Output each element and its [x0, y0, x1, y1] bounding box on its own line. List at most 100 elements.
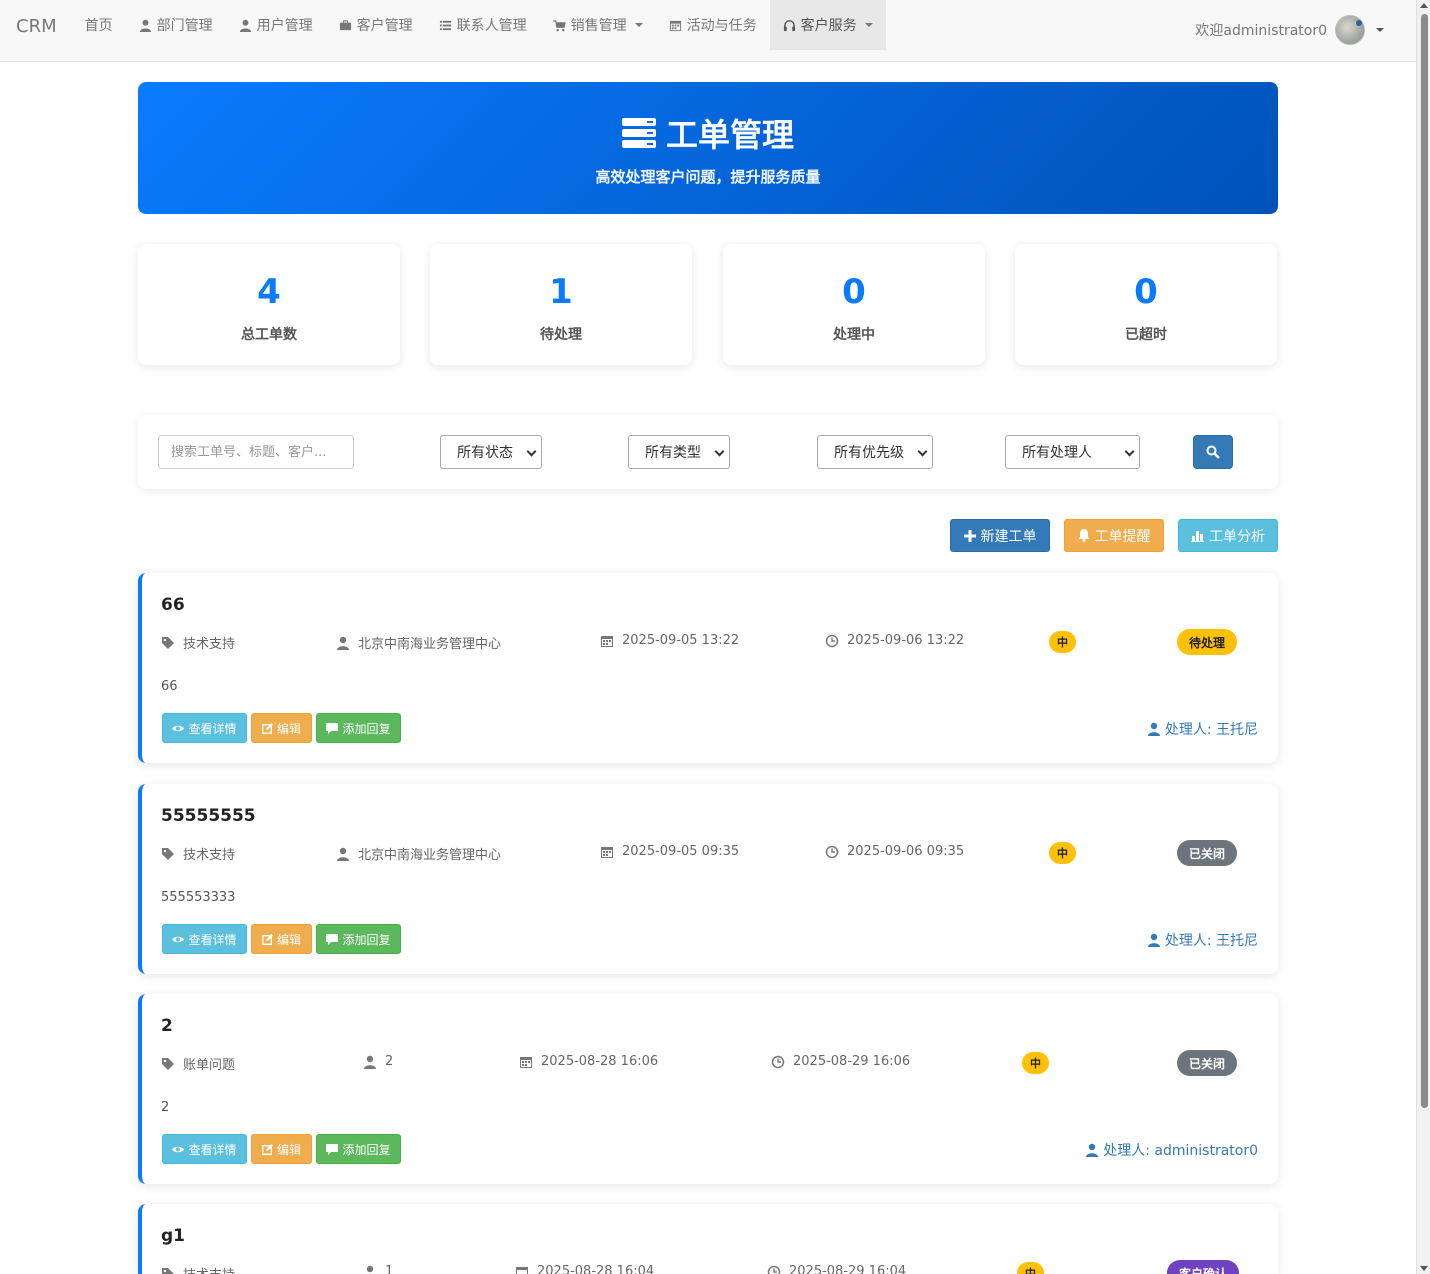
edit-button[interactable]: 编辑 [251, 924, 312, 954]
ticket-description: 555553333 [161, 890, 236, 905]
priority-select[interactable]: 所有优先级 [817, 435, 933, 469]
user-icon [366, 1265, 374, 1272]
headphones-icon [783, 19, 795, 31]
ticket-card: 55555555 技术支持 北京中南海业务管理中心 2025-09-05 09:… [138, 784, 1278, 974]
stat-card-pending: 1 待处理 [430, 244, 692, 365]
calendar-icon [669, 20, 681, 31]
nav-home[interactable]: 首页 [72, 0, 126, 50]
chevron-down-icon [1376, 28, 1384, 32]
scrollbar-thumb[interactable] [1421, 14, 1428, 1108]
scroll-up-arrow-icon[interactable] [1420, 3, 1428, 8]
comment-icon [326, 933, 339, 945]
ticket-description: 2 [161, 1100, 170, 1115]
user-icon [139, 19, 151, 32]
nav-customer-service[interactable]: 客户服务 [769, 0, 886, 50]
ticket-type-value: 账单问题 [183, 1058, 236, 1073]
nav-users[interactable]: 用户管理 [226, 0, 326, 50]
ticket-customer: 2 [363, 1054, 393, 1069]
ticket-created-value: 2025-08-28 16:04 [537, 1264, 655, 1274]
view-details-label: 查看详情 [188, 932, 237, 947]
edit-label: 编辑 [276, 721, 301, 736]
brand-logo[interactable]: CRM [0, 0, 72, 52]
user-icon [337, 847, 349, 861]
nav-activities-label: 活动与任务 [686, 18, 757, 34]
plus-icon [963, 529, 976, 542]
ticket-customer-value: 1 [385, 1264, 394, 1274]
nav-sales[interactable]: 销售管理 [540, 0, 656, 50]
hero-banner: 工单管理 高效处理客户问题，提升服务质量 [138, 82, 1278, 214]
filter-bar: 所有状态 所有类型 所有优先级 所有处理人 [138, 415, 1278, 489]
edit-button[interactable]: 编辑 [251, 1134, 312, 1164]
handler-select-value: 所有处理人 [1022, 445, 1092, 461]
chevron-down-icon [1124, 446, 1135, 457]
status-select[interactable]: 所有状态 [440, 435, 542, 469]
ticket-created-value: 2025-08-28 16:06 [541, 1054, 659, 1069]
priority-badge: 中 [1049, 842, 1076, 864]
nav-department[interactable]: 部门管理 [126, 0, 226, 50]
view-details-button[interactable]: 查看详情 [162, 1134, 247, 1164]
type-select[interactable]: 所有类型 [628, 435, 730, 469]
comment-icon [326, 722, 339, 734]
ticket-analysis-button[interactable]: 工单分析 [1178, 519, 1278, 552]
ticket-created-value: 2025-09-05 09:35 [622, 844, 740, 859]
add-reply-button[interactable]: 添加回复 [316, 924, 401, 954]
ticket-handler: 处理人: administrator0 [1085, 1140, 1258, 1160]
user-menu[interactable]: 欢迎administrator0 [1195, 0, 1416, 60]
bell-icon [1078, 529, 1089, 542]
search-button[interactable] [1193, 435, 1233, 469]
user-icon [1147, 722, 1160, 736]
edit-button[interactable]: 编辑 [251, 713, 312, 743]
ticket-created: 2025-09-05 13:22 [600, 633, 739, 648]
tag-icon [162, 847, 174, 860]
nav-activities[interactable]: 活动与任务 [656, 0, 770, 50]
ticket-created: 2025-08-28 16:06 [519, 1054, 658, 1069]
edit-label: 编辑 [276, 932, 301, 947]
status-select-value: 所有状态 [457, 445, 513, 461]
eye-icon [172, 725, 185, 731]
user-icon [1086, 1143, 1099, 1157]
ticket-handler: 处理人: 王托尼 [1147, 719, 1258, 739]
status-badge: 客户确认 [1167, 1260, 1239, 1274]
handler-select[interactable]: 所有处理人 [1005, 435, 1140, 469]
stat-label: 总工单数 [241, 327, 297, 343]
edit-icon [261, 1143, 273, 1155]
chevron-down-icon [864, 23, 873, 27]
clock-icon [825, 845, 839, 858]
nav-contacts[interactable]: 联系人管理 [426, 0, 540, 50]
nav-home-label: 首页 [84, 18, 113, 34]
ticket-due-value: 2025-08-29 16:06 [793, 1054, 911, 1069]
ticket-handler-value: 处理人: 王托尼 [1164, 722, 1258, 738]
nav-customers[interactable]: 客户管理 [326, 0, 426, 50]
ticket-type-value: 技术支持 [183, 637, 236, 652]
view-details-button[interactable]: 查看详情 [162, 924, 247, 954]
navbar: CRM 首页 部门管理 用户管理 客户管理 联系人管理 销售管理 活动与任务 客… [0, 0, 1416, 62]
briefcase-icon [339, 19, 351, 30]
calendar-icon [601, 846, 613, 858]
priority-badge: 中 [1022, 1052, 1049, 1074]
avatar[interactable] [1335, 15, 1365, 45]
add-reply-button[interactable]: 添加回复 [316, 713, 401, 743]
new-ticket-button[interactable]: 新建工单 [950, 519, 1050, 552]
ticket-due: 2025-09-06 09:35 [825, 844, 964, 859]
stat-label: 已超时 [1125, 327, 1167, 343]
ticket-reminder-button[interactable]: 工单提醒 [1064, 519, 1164, 552]
ticket-created-value: 2025-09-05 13:22 [622, 633, 740, 648]
ticket-due-value: 2025-09-06 09:35 [847, 844, 965, 859]
search-input[interactable] [158, 435, 354, 469]
user-icon [1147, 933, 1160, 947]
scroll-down-arrow-icon[interactable] [1420, 1266, 1428, 1271]
view-details-button[interactable]: 查看详情 [162, 713, 247, 743]
scrollbar[interactable] [1416, 0, 1430, 1274]
add-reply-button[interactable]: 添加回复 [316, 1134, 401, 1164]
nav-sales-label: 销售管理 [570, 18, 627, 34]
edit-icon [261, 933, 273, 945]
ticket-customer: 北京中南海业务管理中心 [336, 844, 501, 863]
priority-select-value: 所有优先级 [834, 445, 904, 461]
ticket-card: g1 技术支持 1 2025-08-28 16:04 2025-08-29 16… [138, 1204, 1278, 1274]
user-icon [364, 1055, 376, 1069]
page-subtitle: 高效处理客户问题，提升服务质量 [595, 168, 821, 186]
ticket-handler-value: 处理人: 王托尼 [1164, 933, 1258, 949]
ticket-card: 2 账单问题 2 2025-08-28 16:06 2025-08-29 16:… [138, 994, 1278, 1184]
bar-chart-icon [1191, 530, 1204, 542]
ticket-title: 2 [161, 1016, 173, 1036]
